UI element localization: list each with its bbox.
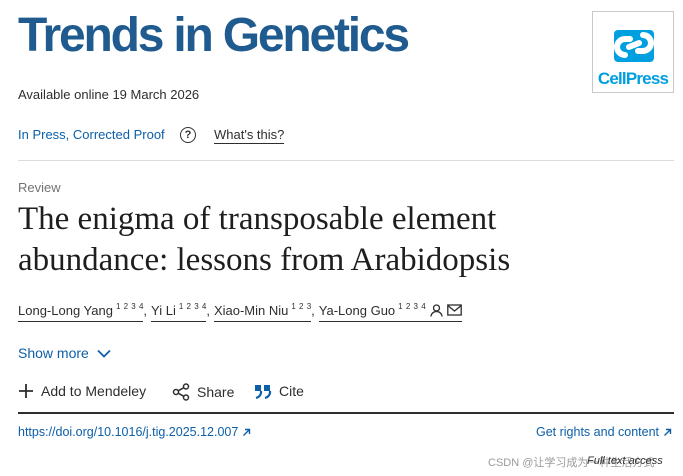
author-name: Long-Long Yang bbox=[18, 303, 113, 318]
author-link[interactable]: Long-Long Yang 1 2 3 4 bbox=[18, 302, 144, 322]
show-more-button[interactable]: Show more bbox=[18, 345, 111, 361]
journal-title[interactable]: Trends in Genetics bbox=[18, 8, 410, 64]
author-name: Xiao-Min Niu bbox=[213, 303, 289, 318]
cite-button[interactable]: Cite bbox=[254, 383, 304, 399]
cellpress-mark-icon bbox=[614, 30, 654, 62]
in-press-status[interactable]: In Press, Corrected Proof bbox=[18, 127, 165, 142]
author-separator: , bbox=[143, 303, 148, 318]
author-separator: , bbox=[206, 303, 210, 318]
available-online-date: Available online 19 March 2026 bbox=[18, 87, 200, 102]
share-button[interactable]: Share bbox=[172, 383, 234, 401]
article-type: Review bbox=[18, 180, 61, 195]
whats-this-link[interactable]: What's this? bbox=[214, 127, 285, 144]
person-icon bbox=[429, 304, 443, 317]
author-name: Yi Li bbox=[151, 303, 176, 318]
show-more-label: Show more bbox=[18, 345, 89, 361]
external-link-arrow-icon bbox=[243, 428, 251, 436]
actions-divider bbox=[18, 412, 674, 414]
get-rights-link[interactable]: Get rights and content bbox=[536, 425, 672, 439]
author-link-corresponding[interactable]: Ya-Long Guo 1 2 3 4 bbox=[318, 302, 462, 322]
share-label: Share bbox=[197, 384, 235, 400]
quote-icon bbox=[255, 385, 272, 399]
get-rights-text: Get rights and content bbox=[536, 425, 659, 439]
add-to-mendeley-label: Add to Mendeley bbox=[41, 383, 147, 399]
author-link[interactable]: Yi Li 1 2 3 4 bbox=[151, 302, 207, 322]
article-title: The enigma of transposable element abund… bbox=[18, 201, 511, 278]
add-to-mendeley-button[interactable]: Add to Mendeley bbox=[18, 383, 146, 399]
cellpress-logo[interactable]: CellPress bbox=[592, 11, 674, 93]
author-affiliations: 1 2 3 4 bbox=[178, 302, 207, 311]
author-affiliations: 1 2 3 4 bbox=[115, 302, 144, 311]
author-link[interactable]: Xiao-Min Niu 1 2 3 bbox=[213, 302, 312, 322]
doi-text: https://doi.org/10.1016/j.tig.2025.12.00… bbox=[18, 425, 239, 439]
chevron-down-icon bbox=[97, 349, 111, 358]
envelope-icon[interactable] bbox=[446, 304, 462, 316]
author-separator: , bbox=[311, 303, 315, 318]
author-list: Long-Long Yang 1 2 3 4 , Yi Li 1 2 3 4 ,… bbox=[18, 302, 462, 322]
author-affiliations: 1 2 3 bbox=[291, 302, 312, 311]
cite-label: Cite bbox=[279, 383, 304, 399]
header-divider bbox=[18, 160, 674, 161]
plus-icon bbox=[19, 384, 33, 398]
full-text-access-label: Full text access bbox=[587, 455, 663, 467]
external-link-arrow-icon bbox=[664, 428, 672, 436]
doi-link[interactable]: https://doi.org/10.1016/j.tig.2025.12.00… bbox=[18, 425, 251, 439]
author-name: Ya-Long Guo bbox=[318, 303, 396, 318]
cellpress-logo-text: CellPress bbox=[597, 69, 669, 88]
share-icon bbox=[172, 383, 190, 401]
author-affiliations: 1 2 3 4 bbox=[398, 302, 426, 311]
question-circle-icon[interactable]: ? bbox=[180, 127, 196, 143]
